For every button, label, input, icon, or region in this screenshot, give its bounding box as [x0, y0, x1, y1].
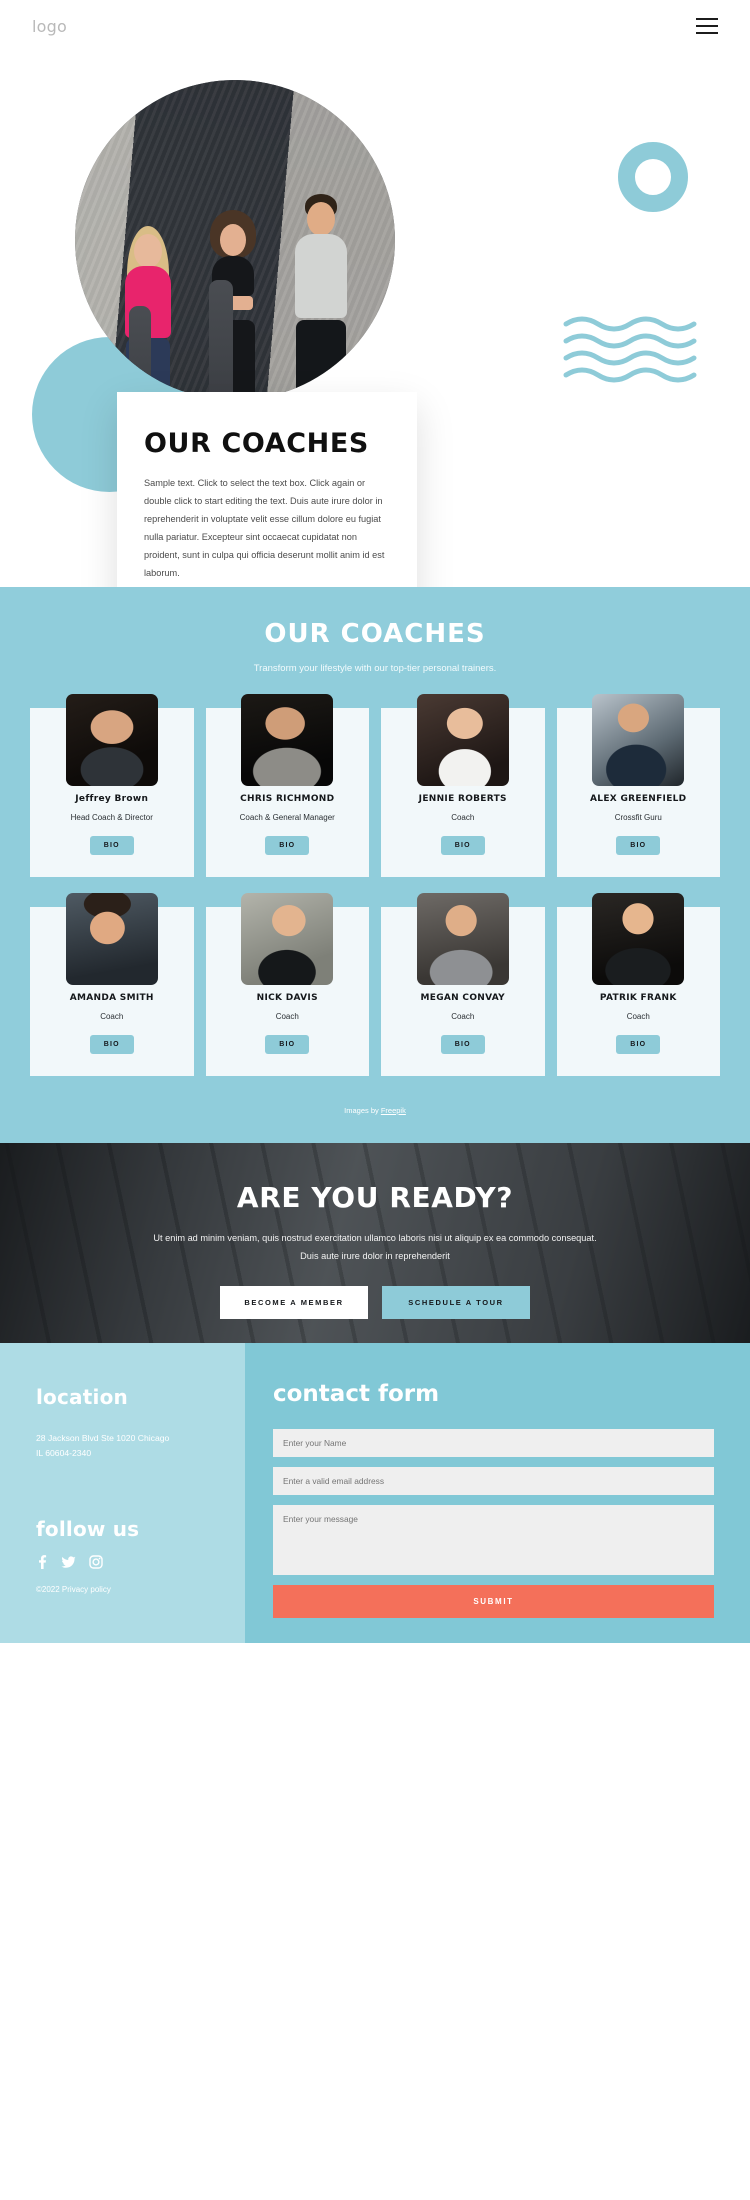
coach-name: AMANDA SMITH	[69, 993, 154, 1003]
twitter-icon[interactable]	[61, 1555, 76, 1569]
bio-button[interactable]: BIO	[616, 1035, 661, 1054]
site-header: logo	[0, 0, 750, 52]
address-line-1: 28 Jackson Blvd Ste 1020 Chicago	[36, 1433, 170, 1443]
coach-card[interactable]: CHRIS RICHMOND Coach & General Manager B…	[205, 694, 369, 877]
coach-name: Jeffrey Brown	[75, 794, 149, 804]
decorative-ring	[618, 142, 688, 212]
hero-section: OUR COACHES Sample text. Click to select…	[0, 52, 750, 587]
hero-person	[271, 192, 371, 400]
hero-person	[103, 220, 193, 400]
decorative-waves	[563, 316, 697, 383]
name-input[interactable]	[273, 1429, 714, 1457]
schedule-a-tour-button[interactable]: SCHEDULE A TOUR	[382, 1285, 530, 1319]
bio-button[interactable]: BIO	[265, 836, 310, 855]
instagram-icon[interactable]	[89, 1555, 103, 1569]
burger-line	[696, 18, 718, 20]
coaches-row-2: AMANDA SMITH Coach BIO NICK DAVIS Coach …	[0, 893, 750, 1076]
logo[interactable]: logo	[32, 17, 67, 36]
follow-us-title: follow us	[36, 1517, 140, 1542]
coach-role: Coach	[100, 1012, 124, 1021]
coach-photo	[416, 694, 509, 786]
bio-button[interactable]: BIO	[440, 1035, 485, 1054]
coach-photo	[241, 893, 334, 985]
coach-photo	[416, 893, 509, 985]
coach-card[interactable]: NICK DAVIS Coach BIO	[205, 893, 369, 1076]
contact-form-title: contact form	[273, 1381, 440, 1407]
coach-name: ALEX GREENFIELD	[590, 794, 687, 804]
copyright[interactable]: ©2022 Privacy policy	[36, 1585, 245, 1594]
credit-prefix: Images by	[344, 1106, 381, 1115]
cta-paragraph: Ut enim ad minim veniam, quis nostrud ex…	[153, 1233, 597, 1261]
location-title: location	[36, 1385, 128, 1409]
coach-role: Head Coach & Director	[70, 813, 153, 822]
message-input[interactable]	[273, 1505, 714, 1575]
become-a-member-button[interactable]: BECOME A MEMBER	[220, 1285, 368, 1319]
bio-button[interactable]: BIO	[616, 836, 661, 855]
coach-photo	[65, 694, 158, 786]
footer-contact-column: contact form SUBMIT	[245, 1343, 750, 1643]
coach-photo	[592, 893, 685, 985]
page-title: OUR COACHES	[144, 428, 369, 459]
coach-photo	[241, 694, 334, 786]
cta-content: ARE YOU READY? Ut enim ad minim veniam, …	[0, 1143, 750, 1319]
coach-name: CHRIS RICHMOND	[240, 794, 335, 804]
freepik-link[interactable]: Freepik	[381, 1106, 406, 1115]
coach-name: NICK DAVIS	[256, 993, 318, 1003]
coach-role: Coach	[451, 1012, 475, 1021]
email-input[interactable]	[273, 1467, 714, 1495]
coach-card[interactable]: AMANDA SMITH Coach BIO	[30, 893, 194, 1076]
cta-buttons: BECOME A MEMBER SCHEDULE A TOUR	[0, 1285, 750, 1319]
address: 28 Jackson Blvd Ste 1020 Chicago IL 6060…	[36, 1431, 245, 1461]
footer-location-column: location 28 Jackson Blvd Ste 1020 Chicag…	[0, 1343, 245, 1643]
site-footer: location 28 Jackson Blvd Ste 1020 Chicag…	[0, 1343, 750, 1643]
coaches-image-credit: Images by Freepik	[0, 1076, 750, 1133]
coaches-row-1: Jeffrey Brown Head Coach & Director BIO …	[0, 694, 750, 877]
coach-role: Crossfit Guru	[614, 813, 662, 822]
burger-line	[696, 32, 718, 34]
bio-button[interactable]: BIO	[265, 1035, 310, 1054]
hamburger-menu-icon[interactable]	[696, 18, 718, 34]
coach-photo	[65, 893, 158, 985]
coach-card[interactable]: Jeffrey Brown Head Coach & Director BIO	[30, 694, 194, 877]
coaches-section: OUR COACHES Transform your lifestyle wit…	[0, 587, 750, 1143]
coach-photo	[592, 694, 685, 786]
bio-button[interactable]: BIO	[440, 836, 485, 855]
coach-role: Coach	[275, 1012, 299, 1021]
coach-role: Coach & General Manager	[239, 813, 335, 822]
bio-button[interactable]: BIO	[89, 1035, 134, 1054]
coach-name: MEGAN CONVAY	[420, 993, 505, 1003]
cta-heading: ARE YOU READY?	[236, 1181, 514, 1214]
hero-card: OUR COACHES Sample text. Click to select…	[117, 392, 417, 587]
hero-person	[187, 208, 279, 400]
coach-name: JENNIE ROBERTS	[418, 794, 507, 804]
coach-card[interactable]: PATRIK FRANK Coach BIO	[556, 893, 720, 1076]
coach-role: Coach	[451, 813, 475, 822]
cta-section: ARE YOU READY? Ut enim ad minim veniam, …	[0, 1143, 750, 1343]
submit-button[interactable]: SUBMIT	[273, 1585, 714, 1618]
address-line-2: IL 60604-2340	[36, 1448, 92, 1459]
hero-photo	[75, 80, 395, 400]
bio-button[interactable]: BIO	[89, 836, 134, 855]
facebook-icon[interactable]	[36, 1555, 48, 1570]
coach-card[interactable]: MEGAN CONVAY Coach BIO	[381, 893, 545, 1076]
social-links	[36, 1555, 245, 1570]
coach-name: PATRIK FRANK	[599, 993, 677, 1003]
coach-card[interactable]: JENNIE ROBERTS Coach BIO	[381, 694, 545, 877]
hero-paragraph: Sample text. Click to select the text bo…	[144, 478, 385, 578]
coaches-heading: OUR COACHES	[264, 619, 486, 649]
coach-card[interactable]: ALEX GREENFIELD Crossfit Guru BIO	[556, 694, 720, 877]
coach-role: Coach	[626, 1012, 650, 1021]
burger-line	[696, 25, 718, 27]
coaches-subtitle: Transform your lifestyle with our top-ti…	[253, 663, 497, 674]
